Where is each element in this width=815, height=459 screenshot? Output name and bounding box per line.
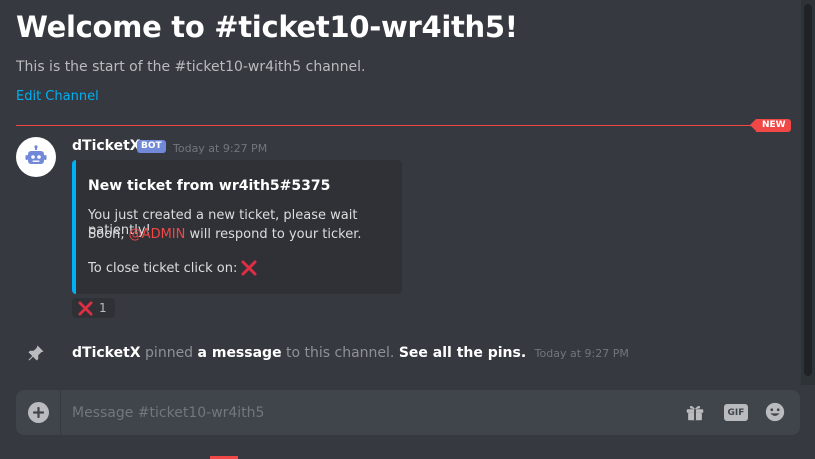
system-timestamp: Today at 9:27 PM	[534, 347, 629, 360]
ticket-embed: New ticket from wr4ith5#5375 You just cr…	[72, 160, 402, 294]
admin-mention[interactable]: @ADMIN	[129, 227, 186, 242]
avatar[interactable]	[16, 137, 56, 177]
edit-channel-link[interactable]: Edit Channel	[16, 89, 99, 104]
scrollbar-track[interactable]	[801, 0, 815, 385]
new-badge: NEW	[750, 119, 791, 132]
reaction-cross-mark[interactable]: 1	[72, 298, 115, 318]
to-channel-text: to this channel.	[286, 345, 395, 361]
see-all-pins-link[interactable]: See all the pins.	[399, 345, 526, 361]
message-composer: GIF	[16, 390, 800, 435]
new-messages-divider	[16, 125, 774, 126]
channel-description: This is the start of the #ticket10-wr4it…	[16, 59, 366, 75]
pinned-message-link[interactable]: a message	[198, 345, 282, 361]
scrollbar-thumb[interactable]	[804, 4, 812, 376]
message-username[interactable]: dTicketX	[72, 138, 141, 154]
embed-title: New ticket from wr4ith5#5375	[88, 178, 331, 194]
cross-mark-icon	[78, 300, 93, 316]
embed-line-2-prefix: Soon,	[88, 227, 125, 242]
plus-icon	[33, 407, 44, 418]
message-timestamp: Today at 9:27 PM	[173, 142, 268, 155]
embed-close-text: To close ticket click on:	[88, 260, 238, 276]
embed-line-3: To close ticket click on:	[88, 260, 257, 276]
bot-avatar-icon	[25, 145, 47, 164]
reaction-count: 1	[99, 301, 107, 315]
bot-tag: BOT	[137, 140, 166, 153]
cross-mark-icon	[241, 260, 257, 276]
system-pin-message: dTicketX pinned a message to this channe…	[72, 345, 629, 361]
pinned-text: pinned	[145, 345, 194, 361]
upload-button[interactable]	[28, 402, 49, 423]
embed-line-2: Soon, @ADMIN will respond to your ticker…	[88, 227, 362, 242]
composer-separator	[60, 390, 61, 435]
embed-line-2-suffix: will respond to your ticker.	[189, 227, 362, 242]
gif-button[interactable]: GIF	[724, 404, 748, 421]
system-username[interactable]: dTicketX	[72, 345, 141, 361]
gift-icon[interactable]	[684, 401, 706, 423]
message-input[interactable]	[72, 390, 672, 435]
emoji-icon[interactable]	[764, 401, 786, 423]
channel-welcome-title: Welcome to #ticket10-wr4ith5!	[16, 10, 518, 44]
pin-icon	[28, 345, 44, 361]
